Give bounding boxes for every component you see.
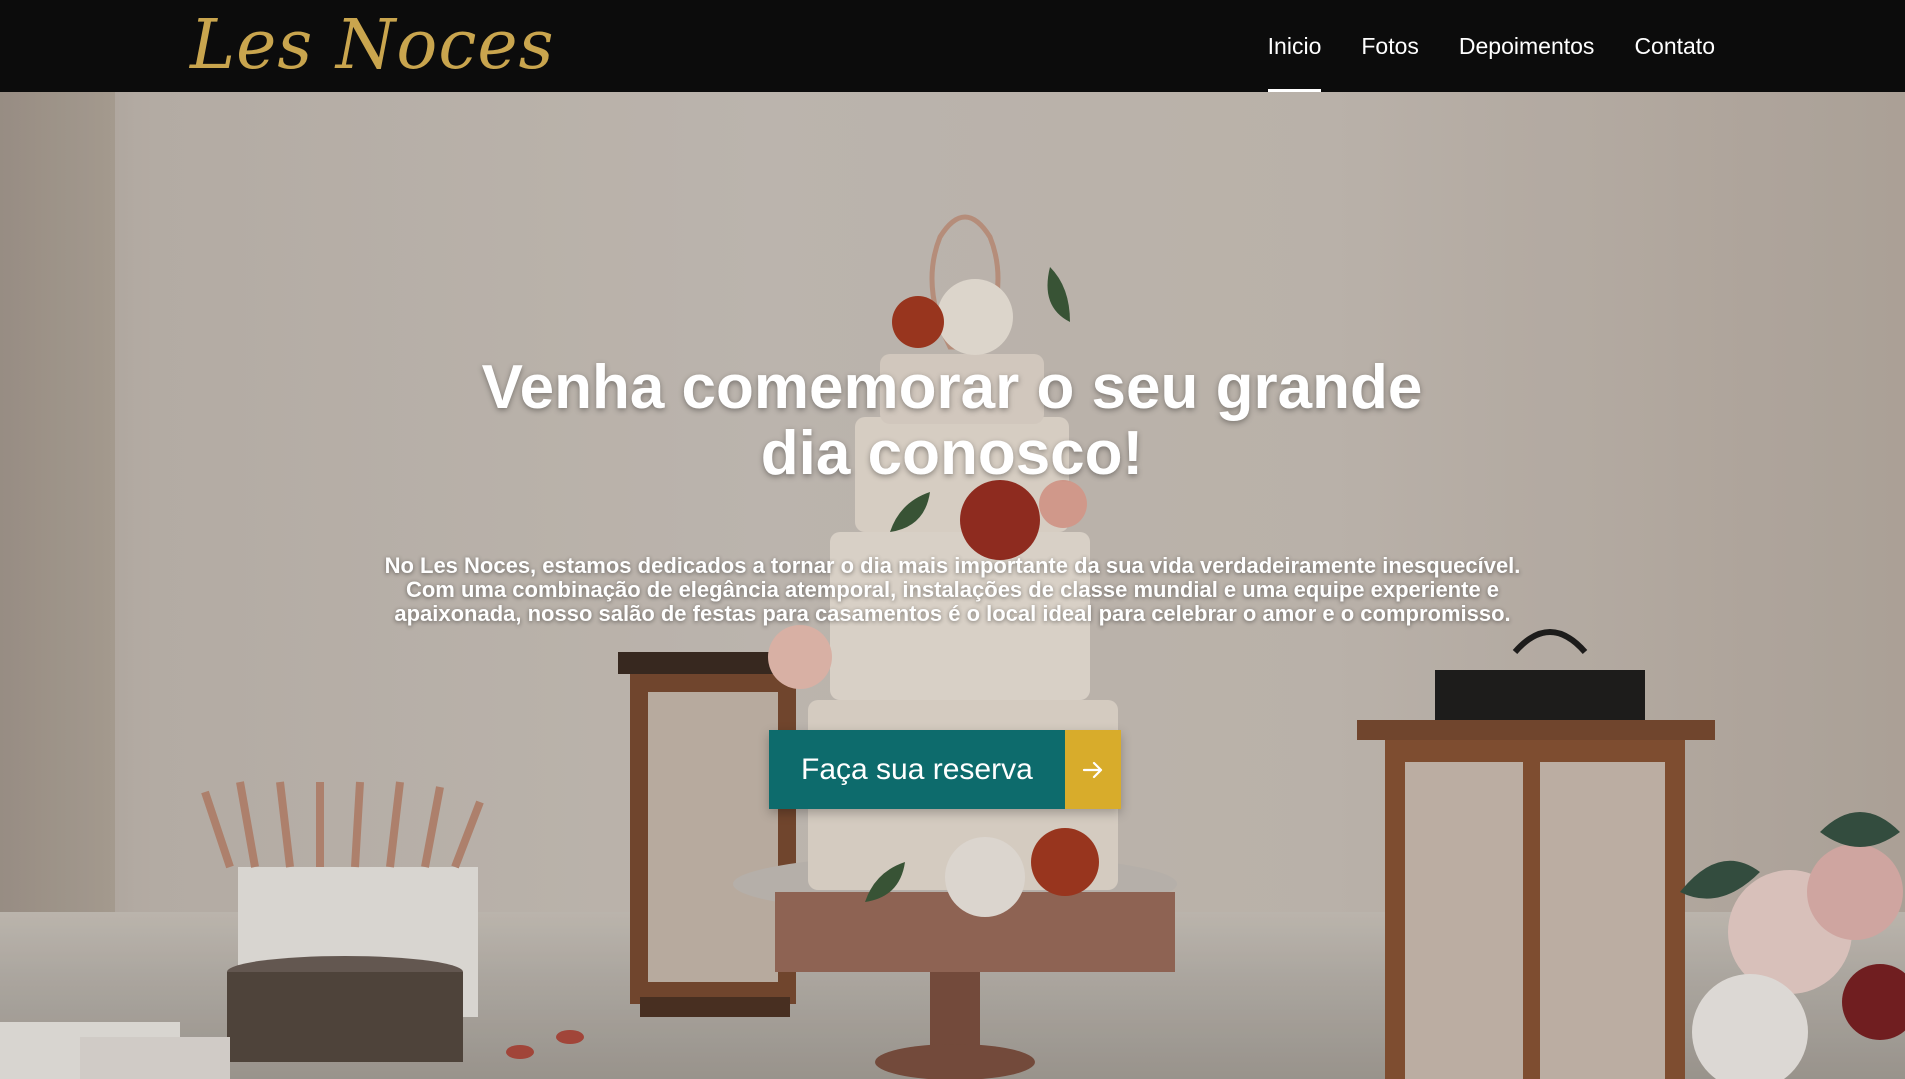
reserve-button[interactable]: Faça sua reserva xyxy=(769,730,1121,809)
nav-item-fotos[interactable]: Fotos xyxy=(1361,0,1419,92)
reserve-button-label: Faça sua reserva xyxy=(769,730,1065,809)
nav-item-depoimentos[interactable]: Depoimentos xyxy=(1459,0,1595,92)
site-logo[interactable]: Les Noces xyxy=(190,4,555,88)
nav-item-contato[interactable]: Contato xyxy=(1634,0,1715,92)
arrow-right-icon xyxy=(1064,730,1121,809)
main-nav: Inicio Fotos Depoimentos Contato xyxy=(1267,0,1715,92)
nav-item-inicio[interactable]: Inicio xyxy=(1267,0,1321,92)
hero-description: No Les Noces, estamos dedicados a tornar… xyxy=(384,553,1521,626)
top-navbar: Les Noces Inicio Fotos Depoimentos Conta… xyxy=(0,0,1905,92)
hero-section: Venha comemorar o seu grande dia conosco… xyxy=(0,92,1905,1079)
hero-title: Venha comemorar o seu grande dia conosco… xyxy=(481,353,1423,488)
